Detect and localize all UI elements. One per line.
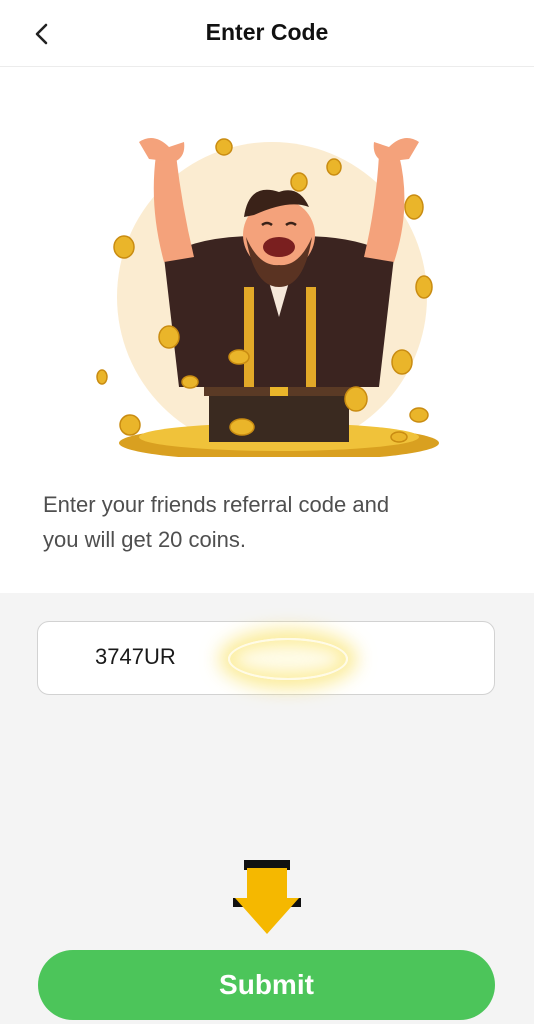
celebration-illustration — [96, 138, 439, 457]
referral-code-input[interactable]: 3747UR — [37, 621, 495, 695]
referral-description: Enter your friends referral code and you… — [43, 487, 503, 557]
submit-button[interactable]: Submit — [38, 950, 495, 1020]
referral-description-line2: you will get 20 coins. — [43, 527, 246, 552]
referral-info-section: Enter your friends referral code and you… — [0, 67, 534, 593]
highlight-glow — [228, 638, 348, 680]
top-bar: Enter Code — [0, 0, 534, 67]
page-title: Enter Code — [205, 19, 329, 45]
down-arrow-icon — [233, 860, 301, 934]
referral-description-line1: Enter your friends referral code and — [43, 492, 390, 517]
referral-code-value: 3747UR — [95, 644, 176, 669]
